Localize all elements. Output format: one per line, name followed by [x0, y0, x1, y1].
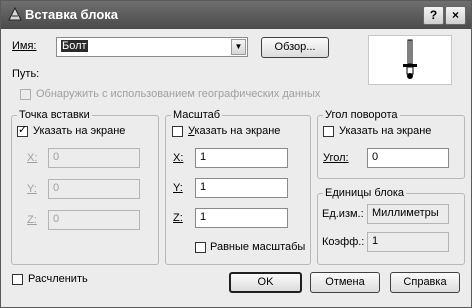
insertion-specify-checkbox[interactable]: ✓	[17, 124, 28, 137]
uniform-scale-checkbox[interactable]	[195, 242, 206, 253]
scale-z-input[interactable]: 1	[195, 208, 288, 228]
rotation-title: Угол поворота	[323, 109, 400, 121]
insertion-point-title: Точка вставки	[17, 109, 92, 121]
uniform-scale-label: Равные масштабы	[210, 241, 306, 253]
insertion-z-label: Z:	[27, 214, 37, 226]
factor-label: Коэфф.:	[322, 236, 365, 248]
insertion-specify-label: Указать на экране	[33, 125, 126, 137]
explode-label: Расчленить	[28, 273, 88, 285]
path-label: Путь:	[12, 68, 40, 80]
factor-value: 1	[367, 232, 449, 252]
scale-title: Масштаб	[171, 109, 223, 121]
bolt-preview-image	[403, 39, 417, 79]
scale-x-label: X:	[173, 152, 184, 164]
insertion-y-input[interactable]: 0	[48, 179, 140, 199]
ok-button[interactable]: OK	[229, 272, 302, 293]
geo-label: Обнаружить с использованием географическ…	[36, 88, 321, 100]
scale-y-input[interactable]: 1	[195, 178, 288, 198]
name-label: Имя:	[12, 40, 37, 52]
name-combobox[interactable]: Болт ▼	[56, 37, 248, 57]
scale-z-label: Z:	[173, 212, 183, 224]
scale-specify-checkbox[interactable]	[172, 126, 183, 137]
explode-checkbox[interactable]	[12, 274, 23, 285]
scale-y-label: Y:	[173, 182, 183, 194]
close-button[interactable]: ×	[445, 6, 466, 25]
rotation-specify-label: Указать на экране	[339, 125, 432, 137]
browse-button[interactable]: Обзор...	[261, 37, 329, 58]
rotation-specify-checkbox[interactable]	[323, 126, 334, 137]
insertion-y-label: Y:	[27, 183, 37, 195]
help-title-button[interactable]: ?	[423, 6, 444, 25]
insertion-x-label: X:	[27, 152, 38, 164]
name-value: Болт	[61, 40, 88, 52]
insertion-z-input[interactable]: 0	[48, 210, 140, 230]
autocad-app-icon	[8, 6, 22, 21]
block-preview	[368, 35, 452, 85]
help-button[interactable]: Справка	[390, 272, 460, 293]
scale-x-input[interactable]: 1	[195, 148, 288, 168]
insertion-x-input[interactable]: 0	[48, 148, 140, 168]
title-bar[interactable]: Вставка блока ? ×	[1, 1, 471, 29]
geo-checkbox[interactable]	[20, 89, 31, 100]
insert-block-dialog: Вставка блока ? × Имя: Болт ▼ Обзор... П…	[0, 0, 472, 308]
scale-specify-label: Указать на экране	[188, 125, 281, 137]
unit-value: Миллиметры	[367, 204, 449, 224]
rotation-angle-label: Угол:	[323, 152, 349, 164]
block-unit-title: Единицы блока	[323, 187, 407, 199]
window-title: Вставка блока	[25, 7, 119, 22]
rotation-angle-input[interactable]: 0	[367, 148, 449, 168]
chevron-down-icon[interactable]: ▼	[231, 39, 246, 55]
cancel-button[interactable]: Отмена	[310, 272, 380, 293]
check-icon: ✓	[18, 124, 28, 136]
unit-label: Ед.изм.:	[322, 208, 364, 220]
